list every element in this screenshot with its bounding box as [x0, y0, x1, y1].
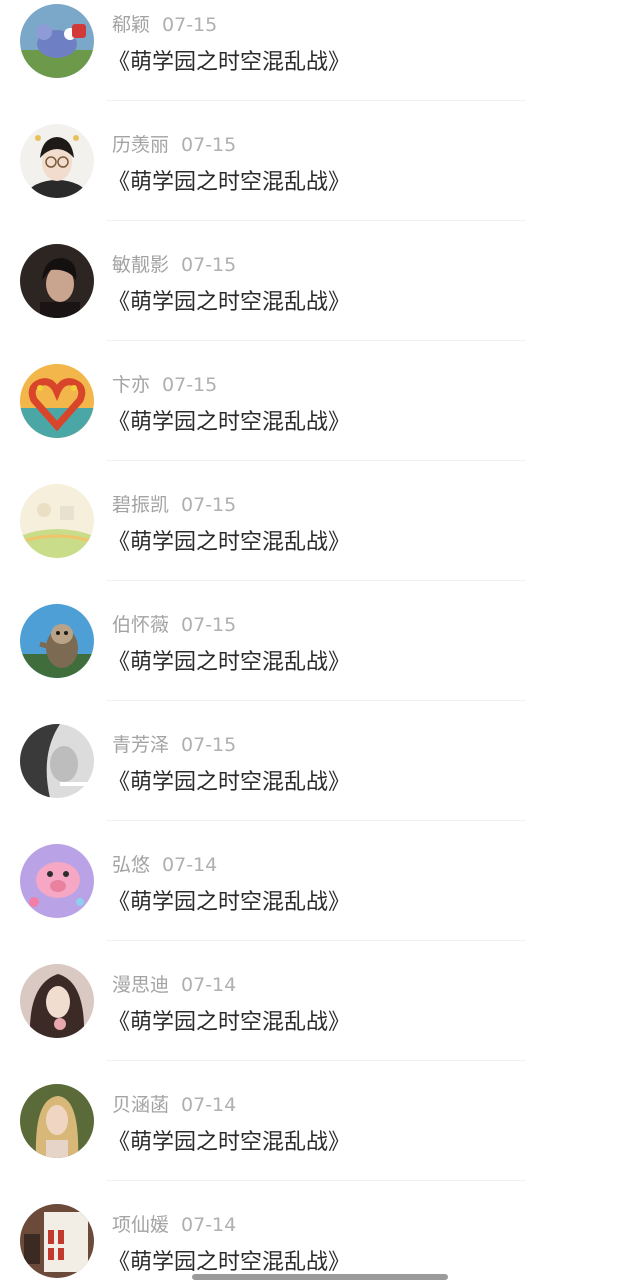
- comment-title: 《萌学园之时空混乱战》: [108, 1250, 351, 1275]
- list-item[interactable]: 弘悠 07-14 《萌学园之时空混乱战》: [0, 840, 640, 960]
- comment-meta: 伯怀薇 07-15: [112, 610, 236, 637]
- comment-title: 《萌学园之时空混乱战》: [108, 50, 351, 75]
- comment-title: 《萌学园之时空混乱战》: [108, 530, 351, 555]
- divider: [106, 1060, 526, 1061]
- divider: [106, 340, 526, 341]
- home-indicator[interactable]: [192, 1274, 448, 1280]
- divider: [106, 1180, 526, 1181]
- comment-meta: 卞亦 07-15: [112, 370, 217, 397]
- comment-date: 07-15: [181, 494, 237, 516]
- comment-date: 07-14: [181, 1094, 237, 1116]
- user-name: 项仙媛: [112, 1214, 170, 1236]
- list-item[interactable]: 历羡丽 07-15 《萌学园之时空混乱战》: [0, 120, 640, 240]
- list-item[interactable]: 敏靓影 07-15 《萌学园之时空混乱战》: [0, 240, 640, 360]
- dark-portrait-avatar[interactable]: [20, 244, 94, 318]
- comment-meta: 青芳泽 07-15: [112, 730, 236, 757]
- user-name: 伯怀薇: [112, 614, 170, 636]
- comment-title: 《萌学园之时空混乱战》: [108, 410, 351, 435]
- sloth-cartoon-avatar[interactable]: [20, 604, 94, 678]
- comment-meta: 碧振凯 07-15: [112, 490, 236, 517]
- divider: [106, 460, 526, 461]
- list-item[interactable]: 项仙媛 07-14 《萌学园之时空混乱战》: [0, 1200, 640, 1280]
- divider: [106, 220, 526, 221]
- divider: [106, 820, 526, 821]
- comment-date: 07-15: [181, 734, 237, 756]
- comment-title: 《萌学园之时空混乱战》: [108, 650, 351, 675]
- comment-meta: 敏靓影 07-15: [112, 250, 236, 277]
- comment-title: 《萌学园之时空混乱战》: [108, 1130, 351, 1155]
- poster-avatar[interactable]: [20, 1204, 94, 1278]
- comment-date: 07-15: [181, 614, 237, 636]
- list-item[interactable]: 伯怀薇 07-15 《萌学园之时空混乱战》: [0, 600, 640, 720]
- comment-meta: 弘悠 07-14: [112, 850, 217, 877]
- list-item[interactable]: 贝涵菡 07-14 《萌学园之时空混乱战》: [0, 1080, 640, 1200]
- flower-heart-avatar[interactable]: [20, 364, 94, 438]
- comment-date: 07-15: [181, 134, 237, 156]
- blonde-girl-avatar[interactable]: [20, 1084, 94, 1158]
- comment-title: 《萌学园之时空混乱战》: [108, 170, 351, 195]
- list-item[interactable]: 漫思迪 07-14 《萌学园之时空混乱战》: [0, 960, 640, 1080]
- comment-meta: 历羡丽 07-15: [112, 130, 236, 157]
- list-item[interactable]: 卞亦 07-15 《萌学园之时空混乱战》: [0, 360, 640, 480]
- comment-title: 《萌学园之时空混乱战》: [108, 290, 351, 315]
- bw-portrait-avatar[interactable]: [20, 724, 94, 798]
- divider: [106, 940, 526, 941]
- comment-date: 07-15: [181, 254, 237, 276]
- user-name: 弘悠: [112, 854, 151, 876]
- comment-date: 07-15: [162, 374, 218, 396]
- list-item[interactable]: 郗颖 07-15 《萌学园之时空混乱战》: [0, 0, 640, 120]
- comment-date: 07-14: [181, 1214, 237, 1236]
- divider: [106, 580, 526, 581]
- user-name: 贝涵菡: [112, 1094, 170, 1116]
- comment-title: 《萌学园之时空混乱战》: [108, 1010, 351, 1035]
- list-item[interactable]: 青芳泽 07-15 《萌学园之时空混乱战》: [0, 720, 640, 840]
- cartoon-mouse-avatar[interactable]: [20, 4, 94, 78]
- girl-glasses-avatar[interactable]: [20, 124, 94, 198]
- comment-title: 《萌学园之时空混乱战》: [108, 770, 351, 795]
- user-name: 碧振凯: [112, 494, 170, 516]
- comment-meta: 项仙媛 07-14: [112, 1210, 236, 1237]
- comment-meta: 贝涵菡 07-14: [112, 1090, 236, 1117]
- divider: [106, 100, 526, 101]
- list-item[interactable]: 碧振凯 07-15 《萌学园之时空混乱战》: [0, 480, 640, 600]
- user-name: 青芳泽: [112, 734, 170, 756]
- user-name: 敏靓影: [112, 254, 170, 276]
- comment-list: 郗颖 07-15 《萌学园之时空混乱战》 历羡丽 07-15 《萌学园之时空混乱战》: [0, 0, 640, 1280]
- comment-title: 《萌学园之时空混乱战》: [108, 890, 351, 915]
- user-name: 郗颖: [112, 14, 151, 36]
- user-name: 卞亦: [112, 374, 151, 396]
- pastel-landscape-avatar[interactable]: [20, 484, 94, 558]
- pink-pig-avatar[interactable]: [20, 844, 94, 918]
- comment-meta: 郗颖 07-15: [112, 10, 217, 37]
- comment-meta: 漫思迪 07-14: [112, 970, 236, 997]
- comment-date: 07-15: [162, 14, 218, 36]
- user-name: 漫思迪: [112, 974, 170, 996]
- anime-girl-avatar[interactable]: [20, 964, 94, 1038]
- user-name: 历羡丽: [112, 134, 170, 156]
- divider: [106, 700, 526, 701]
- comment-date: 07-14: [181, 974, 237, 996]
- comment-date: 07-14: [162, 854, 218, 876]
